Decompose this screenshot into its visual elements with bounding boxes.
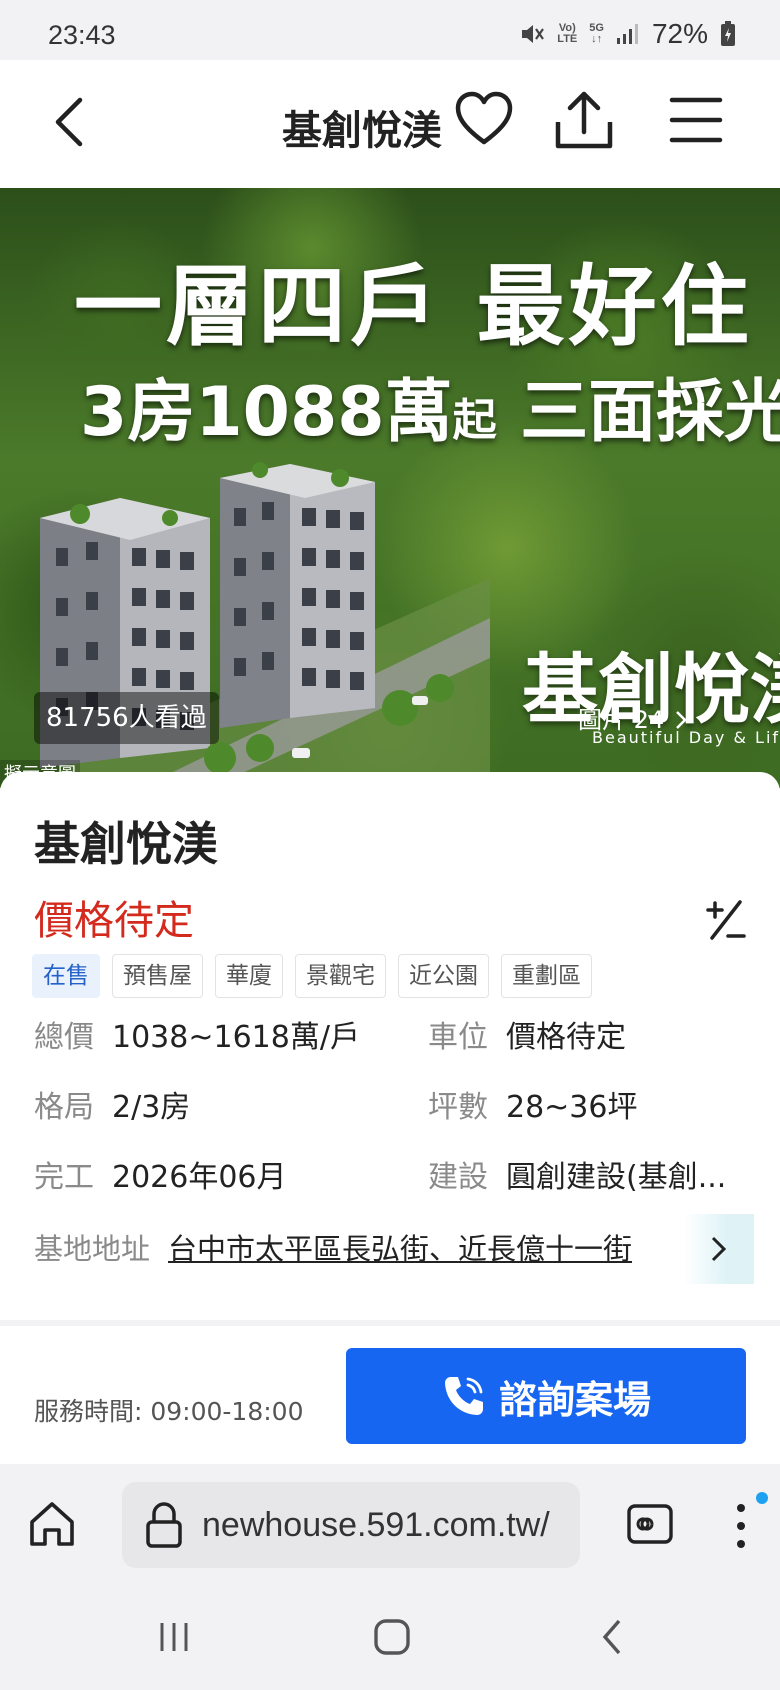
parking-label: 車位 <box>428 1020 488 1055</box>
calculator-button[interactable] <box>704 898 748 942</box>
notification-dot <box>756 1492 768 1504</box>
mute-icon <box>522 25 545 43</box>
tag-redevelopment-zone: 重劃區 <box>501 954 592 998</box>
volte-indicator: Vo) LTE <box>557 22 578 45</box>
share-icon <box>555 91 613 149</box>
photo-gallery-button[interactable]: 圖片 24 <box>578 700 688 740</box>
phone-icon <box>444 1377 483 1415</box>
area-value: 28~36坪 <box>506 1090 638 1125</box>
consult-button[interactable]: 諮詢案場 <box>346 1348 746 1444</box>
total-price-value: 1038~1618萬/戶 <box>112 1020 360 1055</box>
tag-near-park: 近公園 <box>398 954 489 998</box>
builder-value: 圓創建設(基創... <box>506 1160 727 1195</box>
completion-value: 2026年06月 <box>112 1160 287 1195</box>
heart-outline-icon <box>455 91 513 145</box>
tabs-button[interactable] <box>626 1502 674 1546</box>
browser-toolbar: newhouse.591.com.tw/ <box>0 1466 780 1584</box>
home-icon <box>30 1502 74 1546</box>
completion-label: 完工 <box>34 1160 94 1195</box>
project-name: 基創悅渼 <box>34 817 218 871</box>
tag-list: 在售 預售屋 華廈 景觀宅 近公園 重劃區 <box>32 954 592 998</box>
layout-value: 2/3房 <box>112 1090 191 1125</box>
url-bar[interactable]: newhouse.591.com.tw/ <box>122 1482 580 1568</box>
address-row[interactable]: 基地地址 台中市太平區長弘街、近長億十一街 <box>34 1214 754 1284</box>
back-button[interactable] <box>40 90 100 154</box>
completion-row: 完工 2026年06月 <box>34 1150 287 1198</box>
hero-headline: 一層四戶 最好住 <box>74 255 753 358</box>
consult-label: 諮詢案場 <box>498 1377 651 1422</box>
system-nav-bar <box>0 1584 780 1690</box>
builder-label: 建設 <box>428 1160 488 1195</box>
home-square-icon <box>374 1619 410 1655</box>
favorite-button[interactable] <box>452 88 516 152</box>
layout-label: 格局 <box>34 1090 94 1125</box>
area-label: 坪數 <box>428 1090 488 1125</box>
browser-home-button[interactable] <box>26 1498 78 1550</box>
url-text: newhouse.591.com.tw/ <box>202 1505 550 1544</box>
page-title: 基創悅渼 <box>282 108 442 154</box>
plus-minus-calculator-icon <box>706 900 746 940</box>
chevron-left-icon <box>55 97 83 147</box>
back-nav-button[interactable] <box>582 1610 642 1664</box>
hero-image[interactable]: 一層四戶 最好住 3房1088萬起 三面採光 基創悅渼 Beautiful Da… <box>0 188 780 788</box>
contact-bar: 服務時間: 09:00-18:00 諮詢案場 <box>0 1326 780 1464</box>
5g-indicator: 5G ↓↑ <box>589 22 604 45</box>
address-label: 基地地址 <box>34 1232 151 1266</box>
app-header: 基創悅渼 <box>0 60 780 188</box>
chevron-right-icon <box>676 711 687 729</box>
signal-icon <box>616 24 638 44</box>
area-row: 坪數 28~36坪 <box>428 1080 637 1128</box>
home-nav-button[interactable] <box>362 1610 422 1664</box>
hero-subline: 3房1088萬起 三面採光 <box>80 373 780 452</box>
battery-charging-icon <box>721 21 735 46</box>
hamburger-menu-icon <box>669 97 723 143</box>
back-arrow-icon <box>602 1619 621 1655</box>
status-bar: 23:43 Vo) LTE 5G ↓↑ 72% <box>0 0 780 60</box>
total-price-label: 總價 <box>34 1020 94 1055</box>
tag-presale: 預售屋 <box>112 954 203 998</box>
recent-apps-button[interactable] <box>144 1610 204 1664</box>
chevron-right-icon <box>711 1236 727 1262</box>
builder-row: 建設 圓創建設(基創... <box>428 1150 726 1198</box>
photo-count-label: 圖片 24 <box>578 706 665 734</box>
vertical-dots-icon <box>737 1504 745 1548</box>
tag-view-home: 景觀宅 <box>295 954 386 998</box>
project-info-card: 基創悅渼 價格待定 在售 預售屋 華廈 景觀宅 近公園 重劃區 總價 1038~… <box>0 772 780 1320</box>
project-price: 價格待定 <box>34 898 194 944</box>
view-count-badge: 81756人看過 <box>34 692 219 744</box>
lock-icon <box>146 1502 182 1548</box>
service-hours: 服務時間: 09:00-18:00 <box>34 1397 304 1426</box>
status-icons: Vo) LTE 5G ↓↑ 72% <box>519 18 736 50</box>
address-link[interactable]: 台中市太平區長弘街、近長億十一街 <box>168 1226 678 1268</box>
parking-value: 價格待定 <box>506 1020 626 1055</box>
tag-building-type: 華廈 <box>215 954 283 998</box>
recent-apps-icon <box>160 1623 188 1651</box>
address-map-button[interactable] <box>684 1214 754 1284</box>
layout-row: 格局 2/3房 <box>34 1080 190 1128</box>
battery-percent: 72% <box>651 18 708 49</box>
share-button[interactable] <box>552 88 616 152</box>
status-time: 23:43 <box>48 20 116 50</box>
tag-on-sale: 在售 <box>32 954 100 998</box>
total-price-row: 總價 1038~1618萬/戶 <box>34 1010 360 1058</box>
menu-button[interactable] <box>664 88 728 152</box>
more-options-button[interactable] <box>726 1494 756 1558</box>
parking-row: 車位 價格待定 <box>428 1010 626 1058</box>
tabs-icon <box>627 1504 673 1544</box>
